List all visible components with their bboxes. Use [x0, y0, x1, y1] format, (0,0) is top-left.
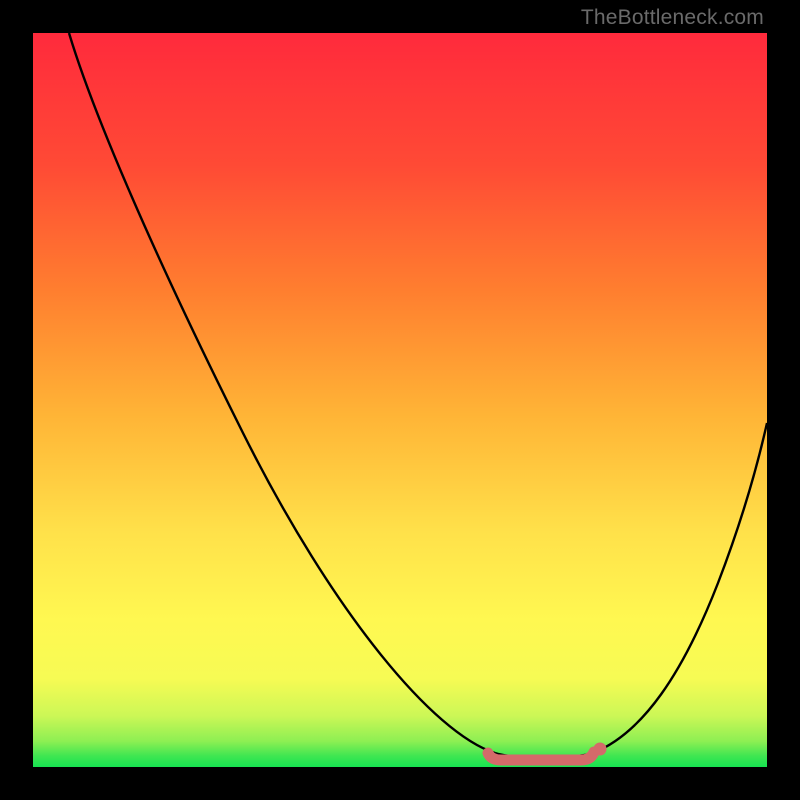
bottleneck-curve	[33, 33, 767, 767]
curve-left-branch	[69, 33, 495, 753]
optimal-point-dot	[594, 743, 607, 756]
plot-area	[33, 33, 767, 767]
watermark-label: TheBottleneck.com	[581, 6, 764, 30]
chart-frame: TheBottleneck.com	[0, 0, 800, 800]
curve-right-branch	[593, 423, 767, 753]
optimal-band-marker	[488, 752, 594, 760]
